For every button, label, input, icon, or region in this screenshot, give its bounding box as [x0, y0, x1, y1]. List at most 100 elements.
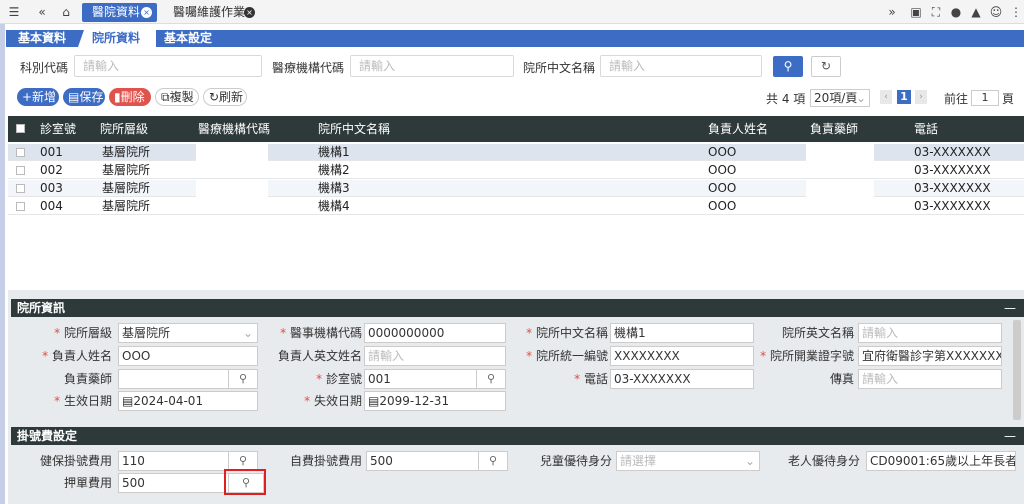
row-checkbox[interactable]: [16, 184, 25, 193]
cname-label: * 院所中文名稱: [526, 326, 608, 340]
add-button[interactable]: +新增: [17, 88, 59, 106]
cname-field[interactable]: 機構1: [610, 323, 754, 343]
col-person[interactable]: 負責人姓名: [708, 116, 768, 142]
section-title: 掛號費設定: [17, 429, 78, 443]
copy-button[interactable]: ⧉複製: [155, 88, 199, 106]
dept-code-input[interactable]: 請輸入: [74, 55, 262, 77]
room-field[interactable]: 001: [364, 369, 478, 389]
search-button[interactable]: ⚲: [773, 56, 803, 77]
search-icon: ⚲: [488, 454, 498, 467]
table-row[interactable]: 004 基層院所 機構4 OOO 03-XXXXXXX: [8, 198, 1024, 215]
delete-button[interactable]: ▮刪除: [109, 88, 151, 106]
person-field[interactable]: OOO: [118, 346, 258, 366]
ename-field[interactable]: 請輸入: [858, 323, 1002, 343]
child-status-select[interactable]: 請選擇 ⌄: [616, 451, 760, 471]
collapse-icon[interactable]: —: [1004, 427, 1016, 445]
phone-field[interactable]: 03-XXXXXXX: [610, 369, 754, 389]
document-icon[interactable]: ▣: [908, 4, 924, 20]
deposit-fee-label: 押單費用: [63, 476, 112, 490]
section-header-registration-fee: 掛號費設定 —: [11, 427, 1024, 445]
next-page-button[interactable]: ›: [915, 90, 927, 104]
save-button[interactable]: ▤保存: [63, 88, 105, 106]
col-org-code[interactable]: 醫療機構代碼: [198, 116, 270, 142]
fullscreen-icon[interactable]: ⛶: [928, 4, 944, 20]
cell-room: 001: [40, 145, 63, 159]
cell-name: 機構1: [318, 145, 350, 159]
select-all-checkbox[interactable]: [16, 124, 25, 133]
table-row[interactable]: 002 基層院所 機構2 OOO 03-XXXXXXX: [8, 162, 1024, 179]
org-name-input[interactable]: 請輸入: [600, 55, 762, 77]
close-icon[interactable]: ×: [141, 7, 152, 18]
subtab-basic-data[interactable]: 基本資料: [18, 30, 66, 47]
tab-hospital-data[interactable]: 醫院資料 ×: [82, 3, 157, 22]
goto-page-input[interactable]: 1: [971, 90, 999, 106]
chevron-down-icon: ⌄: [744, 454, 755, 468]
person-en-field[interactable]: 請輸入: [364, 346, 506, 366]
org-code-input[interactable]: 請輸入: [350, 55, 514, 77]
pharmacist-label: 負責藥師: [63, 372, 112, 386]
start-date-picker[interactable]: ▤2024-04-01: [118, 391, 258, 411]
level-select[interactable]: 基層院所 ⌄: [118, 323, 258, 343]
self-fee-search-button[interactable]: ⚲: [478, 451, 508, 471]
elder-status-label: 老人優待身分: [787, 454, 860, 468]
subtab-clinic-data[interactable]: 院所資料: [78, 30, 156, 47]
current-page[interactable]: 1: [897, 90, 911, 104]
start-date-label: * 生效日期: [54, 394, 112, 408]
home-icon[interactable]: ⌂: [58, 4, 74, 20]
collapse-icon[interactable]: —: [1004, 299, 1016, 317]
cell-level: 基層院所: [102, 163, 151, 177]
fax-field[interactable]: 請輸入: [858, 369, 1002, 389]
tab-order-maintenance[interactable]: 醫囑維護作業 ×: [163, 3, 261, 22]
redacted-cell: [806, 144, 874, 161]
self-fee-label: 自費掛號費用: [289, 454, 362, 468]
row-checkbox[interactable]: [16, 166, 25, 175]
self-fee-field[interactable]: 500: [366, 451, 480, 471]
page-size-select[interactable]: 20項/頁 ⌄: [810, 89, 870, 107]
reset-icon: ↻: [820, 59, 832, 73]
row-checkbox[interactable]: [16, 148, 25, 157]
pharmacist-search-button[interactable]: ⚲: [228, 369, 258, 389]
org-name-label: 院所中文名稱: [523, 61, 596, 75]
collapse-right-icon[interactable]: »: [884, 4, 900, 20]
org-code-field[interactable]: 0000000000: [364, 323, 506, 343]
nhi-fee-search-button[interactable]: ⚲: [228, 451, 258, 471]
table-row[interactable]: 003 基層院所 機構3 OOO 03-XXXXXXX: [8, 180, 1024, 197]
close-icon[interactable]: ×: [244, 7, 255, 18]
scrollbar[interactable]: [1013, 320, 1021, 420]
search-icon: ⚲: [238, 454, 248, 467]
deposit-fee-field[interactable]: 500: [118, 473, 230, 493]
top-bar: ☰ « ⌂ 醫院資料 × 醫囑維護作業 × » ▣ ⛶ ● ▲ ☺ ⋮: [0, 0, 1024, 24]
refresh-button[interactable]: ↻刷新: [203, 88, 247, 106]
col-level[interactable]: 院所層級: [100, 116, 148, 142]
cell-person: OOO: [708, 181, 737, 195]
collapse-left-icon[interactable]: «: [34, 4, 50, 20]
license-field[interactable]: 宜府衛醫診字第XXXXXXXXX: [858, 346, 1002, 366]
row-checkbox[interactable]: [16, 202, 25, 211]
end-date-picker[interactable]: ▤2099-12-31: [364, 391, 506, 411]
search-icon: ⚲: [783, 59, 793, 73]
chat-icon[interactable]: ●: [948, 4, 964, 20]
pharmacist-field[interactable]: [118, 369, 230, 389]
cell-name: 機構3: [318, 181, 350, 195]
subtab-basic-settings[interactable]: 基本設定: [164, 30, 212, 47]
bell-icon[interactable]: ▲: [968, 4, 984, 20]
col-phone[interactable]: 電話: [914, 116, 938, 142]
elder-status-field[interactable]: CD09001:65歲以上年長者優: [866, 451, 1016, 471]
prev-page-button[interactable]: ‹: [880, 90, 892, 104]
reset-button[interactable]: ↻: [811, 56, 841, 77]
col-pharmacist[interactable]: 負責藥師: [810, 116, 858, 142]
search-icon: ⚲: [486, 372, 496, 385]
more-icon[interactable]: ⋮: [1008, 4, 1024, 20]
room-search-button[interactable]: ⚲: [476, 369, 506, 389]
menu-icon[interactable]: ☰: [6, 4, 22, 20]
avatar[interactable]: ☺: [988, 4, 1004, 20]
col-org-name[interactable]: 院所中文名稱: [318, 116, 390, 142]
unified-field[interactable]: XXXXXXXX: [610, 346, 754, 366]
fax-label: 傳真: [829, 372, 854, 386]
col-room[interactable]: 診室號: [40, 116, 76, 142]
table-header: 診室號 院所層級 醫療機構代碼 院所中文名稱 負責人姓名 負責藥師 電話: [8, 116, 1024, 142]
section-header-clinic-info: 院所資訊 —: [11, 299, 1024, 317]
table-row[interactable]: 001 基層院所 機構1 OOO 03-XXXXXXX: [8, 144, 1024, 161]
child-status-label: 兒童優待身分: [539, 454, 612, 468]
nhi-fee-field[interactable]: 110: [118, 451, 230, 471]
